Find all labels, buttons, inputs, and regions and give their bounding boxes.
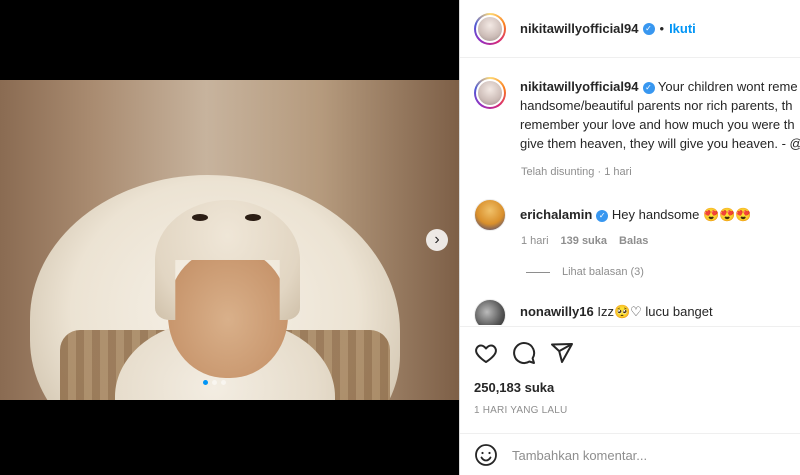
comment-likes[interactable]: 139 suka	[561, 235, 607, 247]
header-separator: •	[659, 21, 665, 36]
media-panel: ›	[0, 0, 459, 475]
baby-eye-left	[192, 214, 208, 221]
baby-eye-right	[245, 214, 261, 221]
comment-time[interactable]: 1 hari	[521, 235, 549, 247]
post-header: nikitawillyofficial94 ✓ • Ikuti	[460, 0, 800, 58]
carousel-indicator	[203, 380, 226, 385]
comments-scroll-area[interactable]: nikitawillyofficial94 ✓ Your children won…	[460, 59, 800, 325]
action-bar: 250,183 suka 1 HARI YANG LALU Tambahkan …	[460, 326, 800, 475]
view-replies-label: Lihat balasan (3)	[562, 266, 644, 278]
caption-line-1: Your children wont reme	[657, 79, 798, 94]
verified-badge-icon: ✓	[596, 210, 609, 222]
commenter-avatar[interactable]	[474, 299, 506, 325]
commenter-avatar[interactable]	[474, 199, 506, 231]
post-modal: › nikitawillyofficial94 ✓ • Ikuti nikita…	[0, 0, 800, 475]
follow-button[interactable]: Ikuti	[669, 21, 696, 36]
author-username[interactable]: nikitawillyofficial94	[520, 21, 639, 36]
likes-count[interactable]: 250,183 suka	[474, 380, 554, 395]
comment-item: nonawilly16 Izz🥺♡ lucu banget	[474, 299, 713, 325]
heart-icon[interactable]	[474, 341, 498, 365]
comment-text: Hey handsome 😍😍😍	[611, 207, 752, 222]
caption-dot: ·	[597, 166, 602, 178]
comment-meta: 1 hari 139 suka Balas	[521, 235, 648, 247]
carousel-dot	[221, 380, 226, 385]
caption-line-4: give them heaven, they will give you hea…	[520, 136, 800, 151]
author-avatar-image	[476, 14, 504, 43]
comment-item: erichalamin ✓ Hey handsome 😍😍😍	[474, 199, 752, 231]
caption-avatar[interactable]	[474, 77, 506, 109]
comment-text: Izz🥺♡ lucu banget	[597, 304, 713, 319]
author-avatar[interactable]	[474, 12, 506, 45]
caption: nikitawillyofficial94 ✓ Your children won…	[474, 77, 800, 153]
commenter-username[interactable]: erichalamin	[520, 207, 592, 222]
comment-body: erichalamin ✓ Hey handsome 😍😍😍	[520, 206, 752, 224]
baby-face	[168, 248, 288, 378]
caption-avatar-image	[476, 79, 504, 107]
comment-input[interactable]: Tambahkan komentar...	[512, 448, 647, 463]
comment-body: nonawilly16 Izz🥺♡ lucu banget	[520, 303, 713, 321]
reply-button[interactable]: Balas	[619, 235, 648, 247]
view-replies-button[interactable]: Lihat balasan (3)	[526, 266, 644, 278]
commenter-username[interactable]: nonawilly16	[520, 304, 594, 319]
emoji-icon[interactable]	[474, 443, 498, 467]
carousel-dot-active	[203, 380, 208, 385]
caption-line-3: remember your love and how much you were…	[520, 117, 795, 132]
carousel-dot	[212, 380, 217, 385]
caption-text: nikitawillyofficial94 ✓ Your children won…	[520, 77, 800, 153]
post-timestamp[interactable]: 1 HARI YANG LALU	[474, 405, 567, 416]
replies-line	[526, 271, 550, 273]
caption-username[interactable]: nikitawillyofficial94	[520, 79, 639, 94]
add-comment-bar: Tambahkan komentar...	[460, 433, 800, 475]
post-details-panel: nikitawillyofficial94 ✓ • Ikuti nikitawi…	[459, 0, 800, 475]
caption-time[interactable]: 1 hari	[604, 166, 632, 178]
caption-meta: Telah disunting · 1 hari	[521, 166, 632, 178]
verified-badge-icon: ✓	[642, 22, 655, 35]
comment-icon[interactable]	[512, 341, 536, 365]
caption-edited: Telah disunting	[521, 166, 595, 178]
next-image-button[interactable]: ›	[426, 229, 448, 251]
verified-badge-icon: ✓	[642, 82, 655, 94]
send-icon[interactable]	[550, 341, 574, 365]
caption-line-2: handsome/beautiful parents nor rich pare…	[520, 98, 793, 113]
action-icons	[474, 341, 574, 365]
post-photo[interactable]	[0, 80, 459, 400]
